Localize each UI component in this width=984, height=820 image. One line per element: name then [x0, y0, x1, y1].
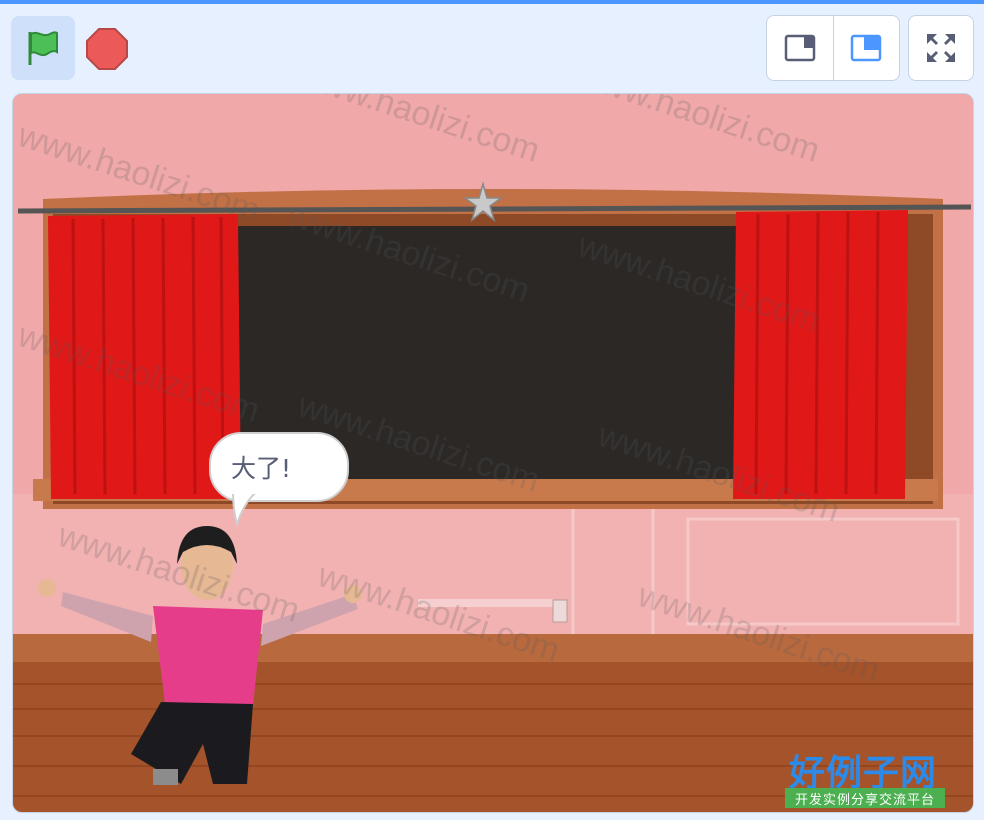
stop-sign-icon	[86, 28, 128, 70]
small-stage-button[interactable]	[767, 16, 833, 80]
site-logo: 好例子网 开发实例分享交流平台	[785, 744, 947, 808]
green-flag-icon	[28, 31, 58, 65]
fullscreen-icon	[927, 34, 955, 62]
stage-size-toggle	[766, 15, 900, 81]
green-flag-button[interactable]	[11, 16, 75, 80]
small-stage-icon	[784, 34, 815, 62]
fullscreen-button[interactable]	[908, 15, 974, 81]
logo-sub-text: 开发实例分享交流平台	[785, 788, 945, 808]
speech-bubble-text: 大了!	[231, 454, 292, 483]
normal-stage-button[interactable]	[832, 16, 900, 80]
normal-stage-icon	[851, 34, 882, 62]
speech-bubble-tail	[231, 490, 261, 528]
stage-backdrop	[13, 94, 973, 812]
stage-toolbar	[0, 4, 984, 90]
stage-canvas[interactable]: www.haolizi.com www.haolizi.com www.haol…	[12, 93, 974, 813]
stop-button[interactable]	[84, 26, 130, 72]
